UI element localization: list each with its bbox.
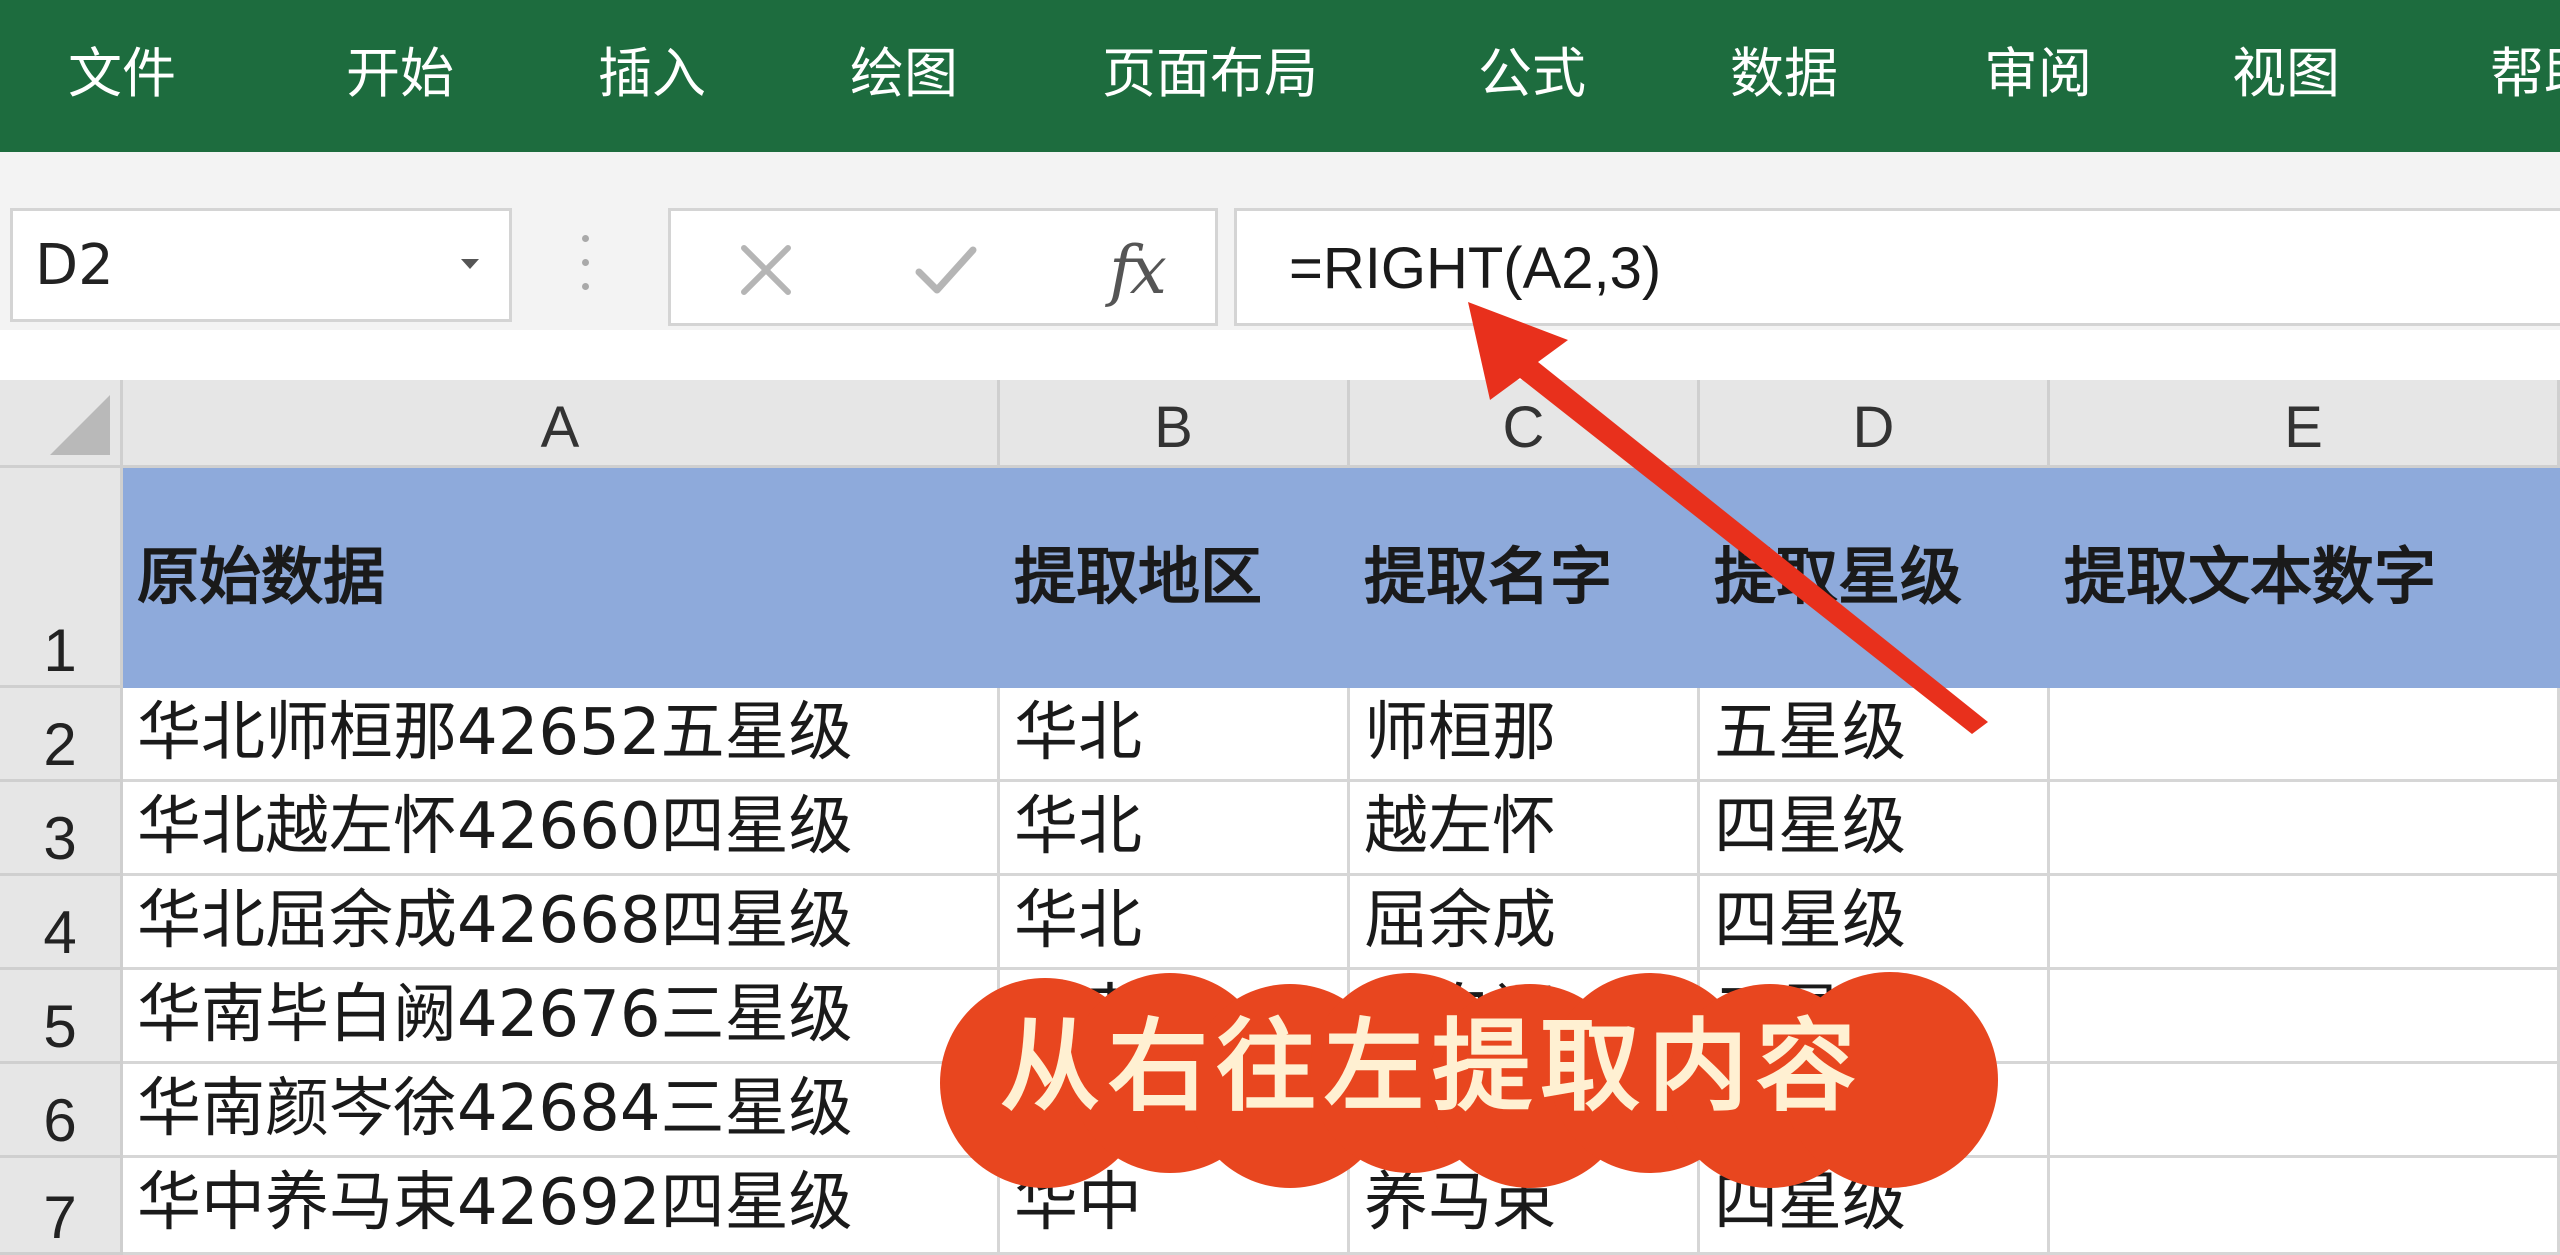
cell-b2[interactable]: 华北: [1000, 688, 1350, 782]
tab-page-layout[interactable]: 页面布局: [1102, 36, 1318, 112]
row-header-4[interactable]: 4: [0, 876, 123, 970]
cell-d1[interactable]: 提取星级: [1700, 468, 2050, 688]
cell-b3[interactable]: 华北: [1000, 782, 1350, 876]
row-header-1[interactable]: 1: [0, 468, 123, 688]
cell-a6[interactable]: 华南颜岑徐42684三星级: [123, 1064, 1000, 1158]
column-header-a[interactable]: A: [123, 380, 1000, 468]
tab-view[interactable]: 视图: [2232, 36, 2340, 112]
column-header-e[interactable]: E: [2050, 380, 2560, 468]
cell-e3[interactable]: [2050, 782, 2560, 876]
ribbon-tab-bar: 文件 开始 插入 绘图 页面布局 公式 数据 审阅 视图 帮助: [0, 0, 2560, 152]
chevron-down-icon[interactable]: [461, 259, 479, 269]
name-box[interactable]: D2: [10, 208, 512, 322]
tab-file[interactable]: 文件: [68, 36, 176, 112]
cell-a1[interactable]: 原始数据: [123, 468, 1000, 688]
tab-review[interactable]: 审阅: [1984, 36, 2092, 112]
select-all-corner[interactable]: [0, 380, 123, 468]
column-header-c[interactable]: C: [1350, 380, 1700, 468]
cell-b7[interactable]: 华中: [1000, 1158, 1350, 1255]
cell-c2[interactable]: 师桓那: [1350, 688, 1700, 782]
tab-help[interactable]: 帮助: [2490, 36, 2560, 112]
cell-c4[interactable]: 屈余成: [1350, 876, 1700, 970]
cell-d3[interactable]: 四星级: [1700, 782, 2050, 876]
tab-insert[interactable]: 插入: [598, 36, 706, 112]
tab-formulas[interactable]: 公式: [1478, 36, 1586, 112]
tab-draw[interactable]: 绘图: [850, 36, 958, 112]
cell-e5[interactable]: [2050, 970, 2560, 1064]
close-icon[interactable]: [721, 225, 811, 315]
cell-c7[interactable]: 养马束: [1350, 1158, 1700, 1255]
formula-text: =RIGHT(A2,3): [1289, 236, 1662, 301]
cell-d7[interactable]: 四星级: [1700, 1158, 2050, 1255]
column-header-b[interactable]: B: [1000, 380, 1350, 468]
name-box-value: D2: [35, 233, 114, 298]
check-icon[interactable]: [901, 225, 991, 315]
cell-e1[interactable]: 提取文本数字: [2050, 468, 2560, 688]
cell-e6[interactable]: [2050, 1064, 2560, 1158]
ribbon-bottom-strip: [0, 152, 2560, 200]
cell-a7[interactable]: 华中养马束42692四星级: [123, 1158, 1000, 1255]
cell-e7[interactable]: [2050, 1158, 2560, 1255]
row-header-5[interactable]: 5: [0, 970, 123, 1064]
cell-a4[interactable]: 华北屈余成42668四星级: [123, 876, 1000, 970]
cell-e2[interactable]: [2050, 688, 2560, 782]
cell-c1[interactable]: 提取名字: [1350, 468, 1700, 688]
cell-d2[interactable]: 五星级: [1700, 688, 2050, 782]
row-header-6[interactable]: 6: [0, 1064, 123, 1158]
row-header-7[interactable]: 7: [0, 1158, 123, 1255]
insert-function-button[interactable]: fx: [1081, 225, 1191, 315]
formula-buttons: fx: [668, 208, 1218, 326]
cell-c3[interactable]: 越左怀: [1350, 782, 1700, 876]
drag-handle-icon[interactable]: [582, 235, 590, 295]
cell-e4[interactable]: [2050, 876, 2560, 970]
cell-a5[interactable]: 华南毕白阙42676三星级: [123, 970, 1000, 1064]
row-header-2[interactable]: 2: [0, 688, 123, 782]
column-header-d[interactable]: D: [1700, 380, 2050, 468]
cell-a3[interactable]: 华北越左怀42660四星级: [123, 782, 1000, 876]
tab-home[interactable]: 开始: [346, 36, 454, 112]
cell-a2[interactable]: 华北师桓那42652五星级: [123, 688, 1000, 782]
tab-data[interactable]: 数据: [1730, 36, 1838, 112]
fx-icon: fx: [1109, 231, 1167, 309]
cell-b4[interactable]: 华北: [1000, 876, 1350, 970]
formula-input[interactable]: =RIGHT(A2,3): [1234, 208, 2560, 326]
cell-b1[interactable]: 提取地区: [1000, 468, 1350, 688]
cell-d4[interactable]: 四星级: [1700, 876, 2050, 970]
caption-text: 从右往左提取内容: [1000, 1007, 1864, 1125]
row-header-3[interactable]: 3: [0, 782, 123, 876]
